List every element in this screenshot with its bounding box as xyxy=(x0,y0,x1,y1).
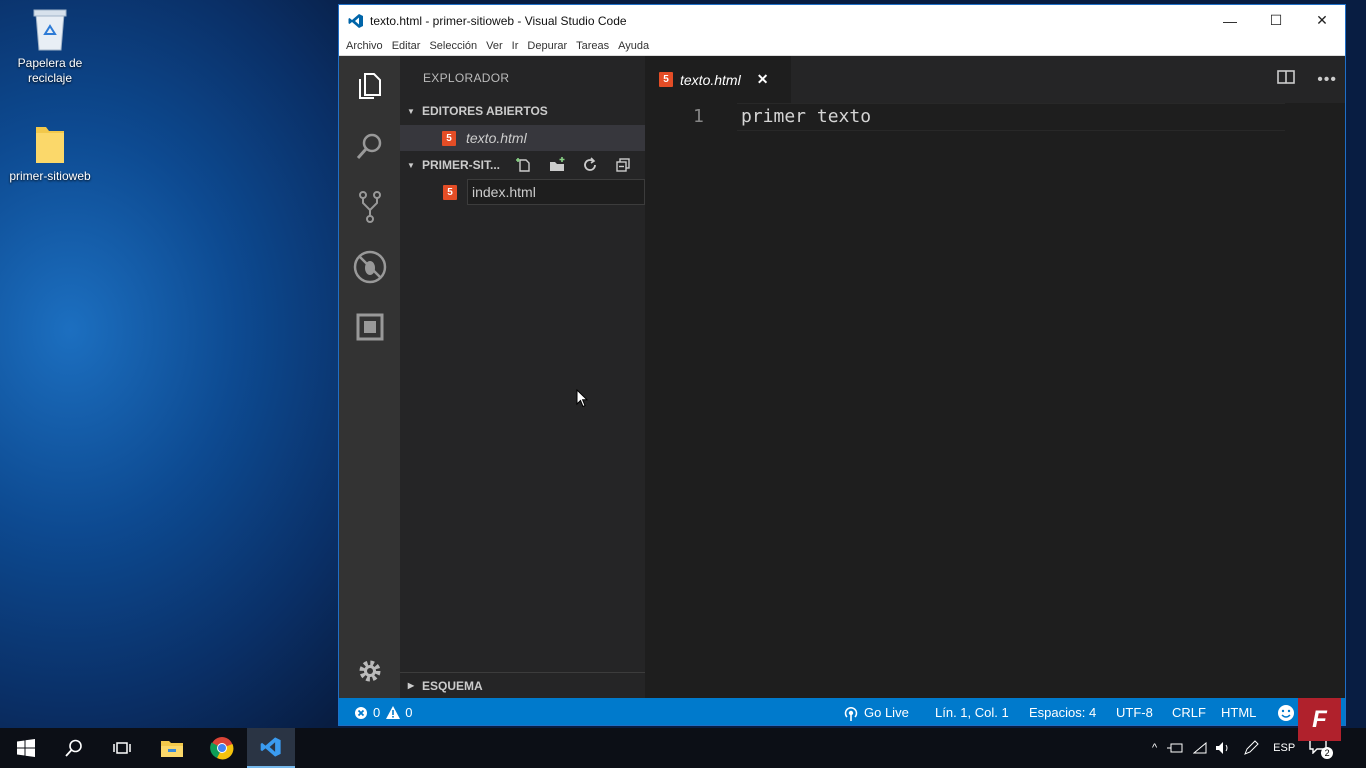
file-explorer-icon[interactable] xyxy=(148,728,196,768)
recycle-bin-icon xyxy=(33,9,67,51)
indentation-indicator[interactable]: Espacios: 4 xyxy=(1029,698,1096,725)
menu-bar: Archivo Editar Selección Ver Ir Depurar … xyxy=(339,36,1345,56)
open-editors-section[interactable]: ▼ EDITORES ABIERTOS xyxy=(400,98,645,124)
more-actions-icon[interactable]: ••• xyxy=(1317,71,1337,89)
pen-icon[interactable] xyxy=(1243,740,1259,756)
close-icon[interactable]: ✕ xyxy=(757,71,769,88)
channel-watermark-logo: F xyxy=(1298,698,1341,741)
menu-archivo[interactable]: Archivo xyxy=(346,40,383,52)
activity-bar xyxy=(339,56,400,698)
warning-count: 0 xyxy=(405,705,413,720)
notifications-icon[interactable]: 2 xyxy=(1309,738,1334,759)
section-label: ESQUEMA xyxy=(422,678,483,693)
minimize-button[interactable]: — xyxy=(1207,5,1253,36)
vscode-icon[interactable] xyxy=(247,728,295,768)
chevron-down-icon: ▼ xyxy=(407,106,415,116)
tab-label: texto.html xyxy=(680,71,741,88)
folder-section[interactable]: ▼ PRIMER-SIT... xyxy=(400,152,645,178)
html5-icon: 5 xyxy=(443,184,457,200)
html5-icon: 5 xyxy=(659,72,673,87)
windows-start-icon[interactable] xyxy=(2,728,50,768)
desktop-icon-label: Papelera de reciclaje xyxy=(17,56,83,85)
line-number: 1 xyxy=(693,106,704,127)
go-live-button[interactable]: Go Live xyxy=(843,698,909,725)
vscode-window: texto.html - primer-sitioweb - Visual St… xyxy=(338,4,1346,726)
tab-bar: 5 texto.html ✕ ••• xyxy=(645,56,1345,103)
file-name: index.html xyxy=(467,179,645,205)
network-device-icon[interactable] xyxy=(1167,742,1183,754)
notification-count: 2 xyxy=(1321,747,1334,759)
desktop-icon-folder[interactable]: primer-sitioweb xyxy=(5,123,95,184)
search-icon[interactable] xyxy=(339,121,400,171)
language-indicator[interactable]: ESP xyxy=(1273,742,1295,754)
tab-texto-html[interactable]: 5 texto.html ✕ xyxy=(645,56,791,103)
maximize-button[interactable]: ☐ xyxy=(1253,5,1299,36)
eol-indicator[interactable]: CRLF xyxy=(1172,698,1206,725)
debug-icon[interactable] xyxy=(339,242,400,292)
code-line[interactable]: primer texto xyxy=(741,105,871,129)
desktop-icon-label: primer-sitioweb xyxy=(9,169,91,183)
broadcast-icon xyxy=(844,706,858,721)
problems-indicator[interactable]: 0 0 xyxy=(354,698,413,725)
feedback-smiley-icon[interactable] xyxy=(1277,698,1295,725)
open-editor-item[interactable]: 5 texto.html xyxy=(400,125,645,151)
menu-ayuda[interactable]: Ayuda xyxy=(618,40,649,52)
volume-icon[interactable] xyxy=(1215,741,1231,755)
status-bar: 0 0 Go Live Lín. 1, Col. 1 Espacios: 4 U… xyxy=(339,698,1345,725)
menu-seleccion[interactable]: Selección xyxy=(429,40,477,52)
source-control-icon[interactable] xyxy=(339,182,400,232)
taskbar: ^ ESP 2 xyxy=(0,728,1366,768)
new-file-icon[interactable] xyxy=(507,157,540,173)
section-label: EDITORES ABIERTOS xyxy=(422,104,548,118)
chevron-right-icon: ▶ xyxy=(407,681,415,690)
cursor-position[interactable]: Lín. 1, Col. 1 xyxy=(935,698,1009,725)
menu-depurar[interactable]: Depurar xyxy=(527,40,567,52)
chevron-up-icon[interactable]: ^ xyxy=(1152,742,1157,754)
search-icon[interactable] xyxy=(50,728,98,768)
encoding-indicator[interactable]: UTF-8 xyxy=(1116,698,1153,725)
title-bar[interactable]: texto.html - primer-sitioweb - Visual St… xyxy=(339,5,1345,36)
file-name: texto.html xyxy=(466,130,527,146)
go-live-label: Go Live xyxy=(864,705,909,720)
error-icon xyxy=(355,706,367,719)
section-label: PRIMER-SIT... xyxy=(422,158,501,172)
menu-tareas[interactable]: Tareas xyxy=(576,40,609,52)
chevron-down-icon: ▼ xyxy=(407,160,415,170)
window-title: texto.html - primer-sitioweb - Visual St… xyxy=(370,13,627,28)
chrome-icon[interactable] xyxy=(198,728,246,768)
outline-section[interactable]: ▶ ESQUEMA xyxy=(400,672,645,698)
desktop-icon-recycle-bin[interactable]: Papelera de reciclaje xyxy=(5,6,95,86)
folder-icon xyxy=(36,127,64,163)
sidebar-title: EXPLORADOR xyxy=(423,71,510,85)
new-folder-icon[interactable] xyxy=(540,157,573,173)
warning-icon xyxy=(386,706,401,719)
html5-icon: 5 xyxy=(442,130,456,146)
extensions-icon[interactable] xyxy=(339,302,400,352)
refresh-icon[interactable] xyxy=(573,157,606,173)
wifi-icon[interactable] xyxy=(1193,742,1207,754)
error-count: 0 xyxy=(373,705,381,720)
menu-editar[interactable]: Editar xyxy=(392,40,421,52)
editor-area: 5 texto.html ✕ ••• 1 primer texto xyxy=(645,56,1345,698)
menu-ver[interactable]: Ver xyxy=(486,40,503,52)
split-editor-icon[interactable] xyxy=(1277,70,1295,89)
explorer-icon[interactable] xyxy=(339,61,400,111)
settings-gear-icon[interactable] xyxy=(339,646,400,696)
close-button[interactable]: ✕ xyxy=(1299,5,1345,36)
menu-ir[interactable]: Ir xyxy=(512,40,519,52)
vscode-logo-icon xyxy=(348,13,363,28)
mouse-cursor-icon xyxy=(576,389,588,408)
explorer-sidebar: EXPLORADOR ▼ EDITORES ABIERTOS 5 texto.h… xyxy=(400,56,645,698)
collapse-all-icon[interactable] xyxy=(606,157,639,173)
task-view-icon[interactable] xyxy=(98,728,146,768)
explorer-file-item[interactable]: 5 index.html xyxy=(400,179,645,205)
language-mode[interactable]: HTML xyxy=(1221,698,1256,725)
